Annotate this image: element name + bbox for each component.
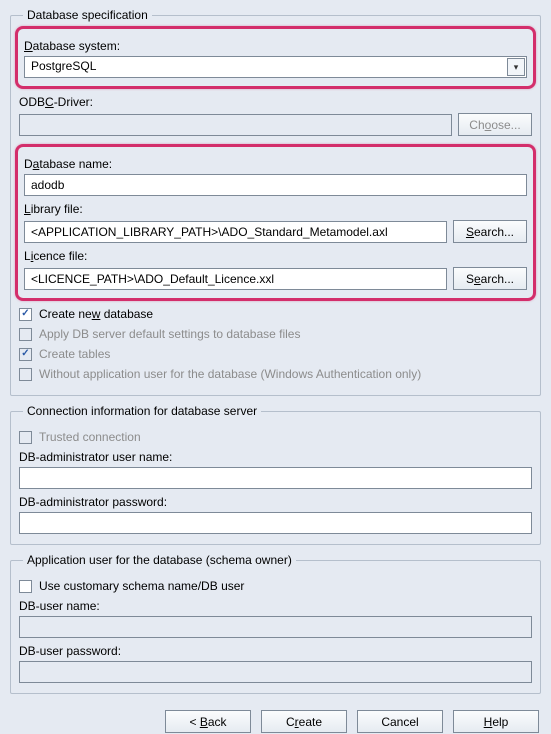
db-admin-user-label: DB-administrator user name:: [19, 450, 532, 464]
create-tables-checkbox: [19, 348, 32, 361]
create-button[interactable]: Create: [261, 710, 347, 733]
db-admin-password-input[interactable]: [19, 512, 532, 534]
footer-buttons: < Back Create Cancel Help: [0, 702, 551, 733]
connection-info-group: Connection information for database serv…: [10, 404, 541, 545]
use-customary-schema-label: Use customary schema name/DB user: [39, 579, 244, 593]
database-specification-legend: Database specification: [23, 8, 152, 22]
licence-search-button[interactable]: Search...: [453, 267, 527, 290]
cancel-button[interactable]: Cancel: [357, 710, 443, 733]
database-system-label: Database system:: [24, 39, 527, 53]
db-admin-password-label: DB-administrator password:: [19, 495, 532, 509]
database-specification-group: Database specification Database system: …: [10, 8, 541, 396]
db-user-password-label: DB-user password:: [19, 644, 532, 658]
trusted-connection-label: Trusted connection: [39, 430, 141, 444]
db-admin-user-input[interactable]: [19, 467, 532, 489]
licence-file-input[interactable]: [24, 268, 447, 290]
create-tables-label: Create tables: [39, 347, 110, 361]
help-button[interactable]: Help: [453, 710, 539, 733]
use-customary-schema-checkbox[interactable]: [19, 580, 32, 593]
library-search-button[interactable]: Search...: [453, 220, 527, 243]
db-user-name-label: DB-user name:: [19, 599, 532, 613]
db-user-password-input: [19, 661, 532, 683]
application-user-group: Application user for the database (schem…: [10, 553, 541, 694]
application-user-legend: Application user for the database (schem…: [23, 553, 296, 567]
library-file-input[interactable]: [24, 221, 447, 243]
db-user-name-input: [19, 616, 532, 638]
dropdown-icon[interactable]: ▾: [507, 58, 525, 76]
library-file-label: Library file:: [24, 202, 527, 216]
database-name-input[interactable]: [24, 174, 527, 196]
without-app-user-label: Without application user for the databas…: [39, 367, 421, 381]
odbc-driver-label: ODBC-Driver:: [19, 95, 532, 109]
without-app-user-checkbox: [19, 368, 32, 381]
connection-info-legend: Connection information for database serv…: [23, 404, 261, 418]
apply-default-settings-checkbox: [19, 328, 32, 341]
database-system-select[interactable]: PostgreSQL ▾: [24, 56, 527, 78]
highlight-database-system: Database system: PostgreSQL ▾: [15, 26, 536, 89]
database-name-label: Database name:: [24, 157, 527, 171]
highlight-db-fields: Database name: Library file: Search... L…: [15, 144, 536, 301]
back-button[interactable]: < Back: [165, 710, 251, 733]
create-new-database-checkbox[interactable]: [19, 308, 32, 321]
create-new-database-label: Create new database: [39, 307, 153, 321]
odbc-driver-input: [19, 114, 452, 136]
choose-button: Choose...: [458, 113, 532, 136]
licence-file-label: Licence file:: [24, 249, 527, 263]
trusted-connection-checkbox: [19, 431, 32, 444]
database-system-value: PostgreSQL: [24, 56, 527, 78]
apply-default-settings-label: Apply DB server default settings to data…: [39, 327, 300, 341]
